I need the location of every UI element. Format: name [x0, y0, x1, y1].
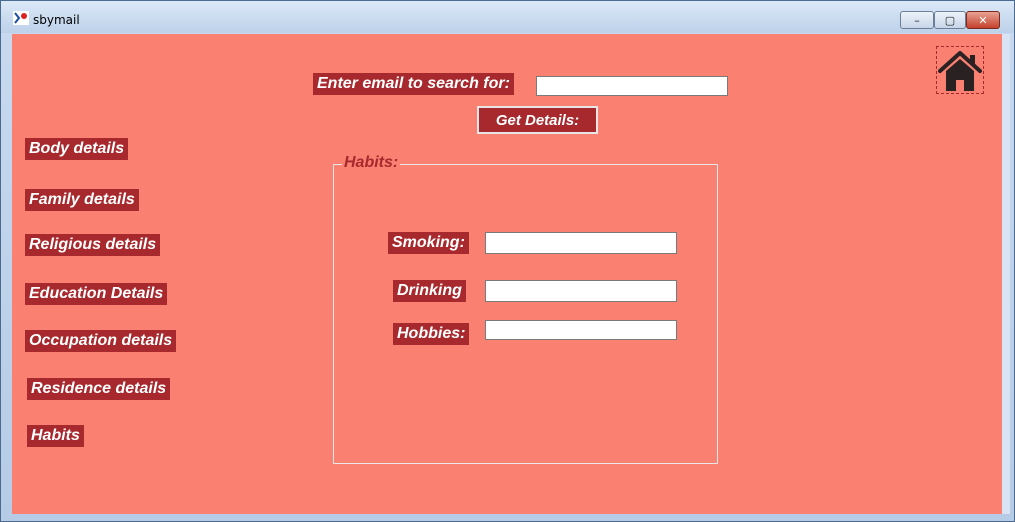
smoking-label: Smoking:	[388, 232, 469, 254]
get-details-button[interactable]: Get Details:	[477, 106, 598, 134]
sidebar-item-religious[interactable]: Religious details	[25, 234, 161, 256]
app-icon	[13, 11, 29, 25]
window-frame-edge	[1002, 34, 1010, 514]
sidebar-item-education[interactable]: Education Details	[25, 283, 168, 305]
search-input[interactable]	[536, 76, 728, 96]
sidebar-item-habits[interactable]: Habits	[27, 425, 84, 447]
main-panel: Enter email to search for: Get Details: …	[12, 34, 1002, 514]
drinking-field[interactable]	[485, 280, 677, 302]
home-icon	[938, 51, 982, 91]
app-window: sbymail – ▢ ✕ Enter email to search for:…	[0, 0, 1015, 522]
minimize-button[interactable]: –	[900, 11, 934, 29]
sidebar-item-occupation[interactable]: Occupation details	[25, 330, 177, 352]
sidebar-item-residence[interactable]: Residence details	[27, 378, 171, 400]
sidebar-item-family[interactable]: Family details	[25, 189, 139, 211]
drinking-label: Drinking	[393, 280, 466, 302]
home-button[interactable]	[936, 46, 984, 94]
smoking-field[interactable]	[485, 232, 677, 254]
habits-group-title: Habits:	[342, 154, 401, 172]
title-bar[interactable]: sbymail – ▢ ✕	[1, 1, 1014, 33]
hobbies-label: Hobbies:	[393, 323, 470, 345]
sidebar-item-body[interactable]: Body details	[25, 138, 129, 160]
hobbies-field[interactable]	[485, 320, 677, 340]
window-title: sbymail	[33, 13, 80, 27]
search-label: Enter email to search for:	[313, 73, 514, 95]
maximize-button[interactable]: ▢	[934, 11, 966, 29]
close-button[interactable]: ✕	[966, 11, 1000, 29]
habits-group: Habits:	[333, 154, 718, 464]
